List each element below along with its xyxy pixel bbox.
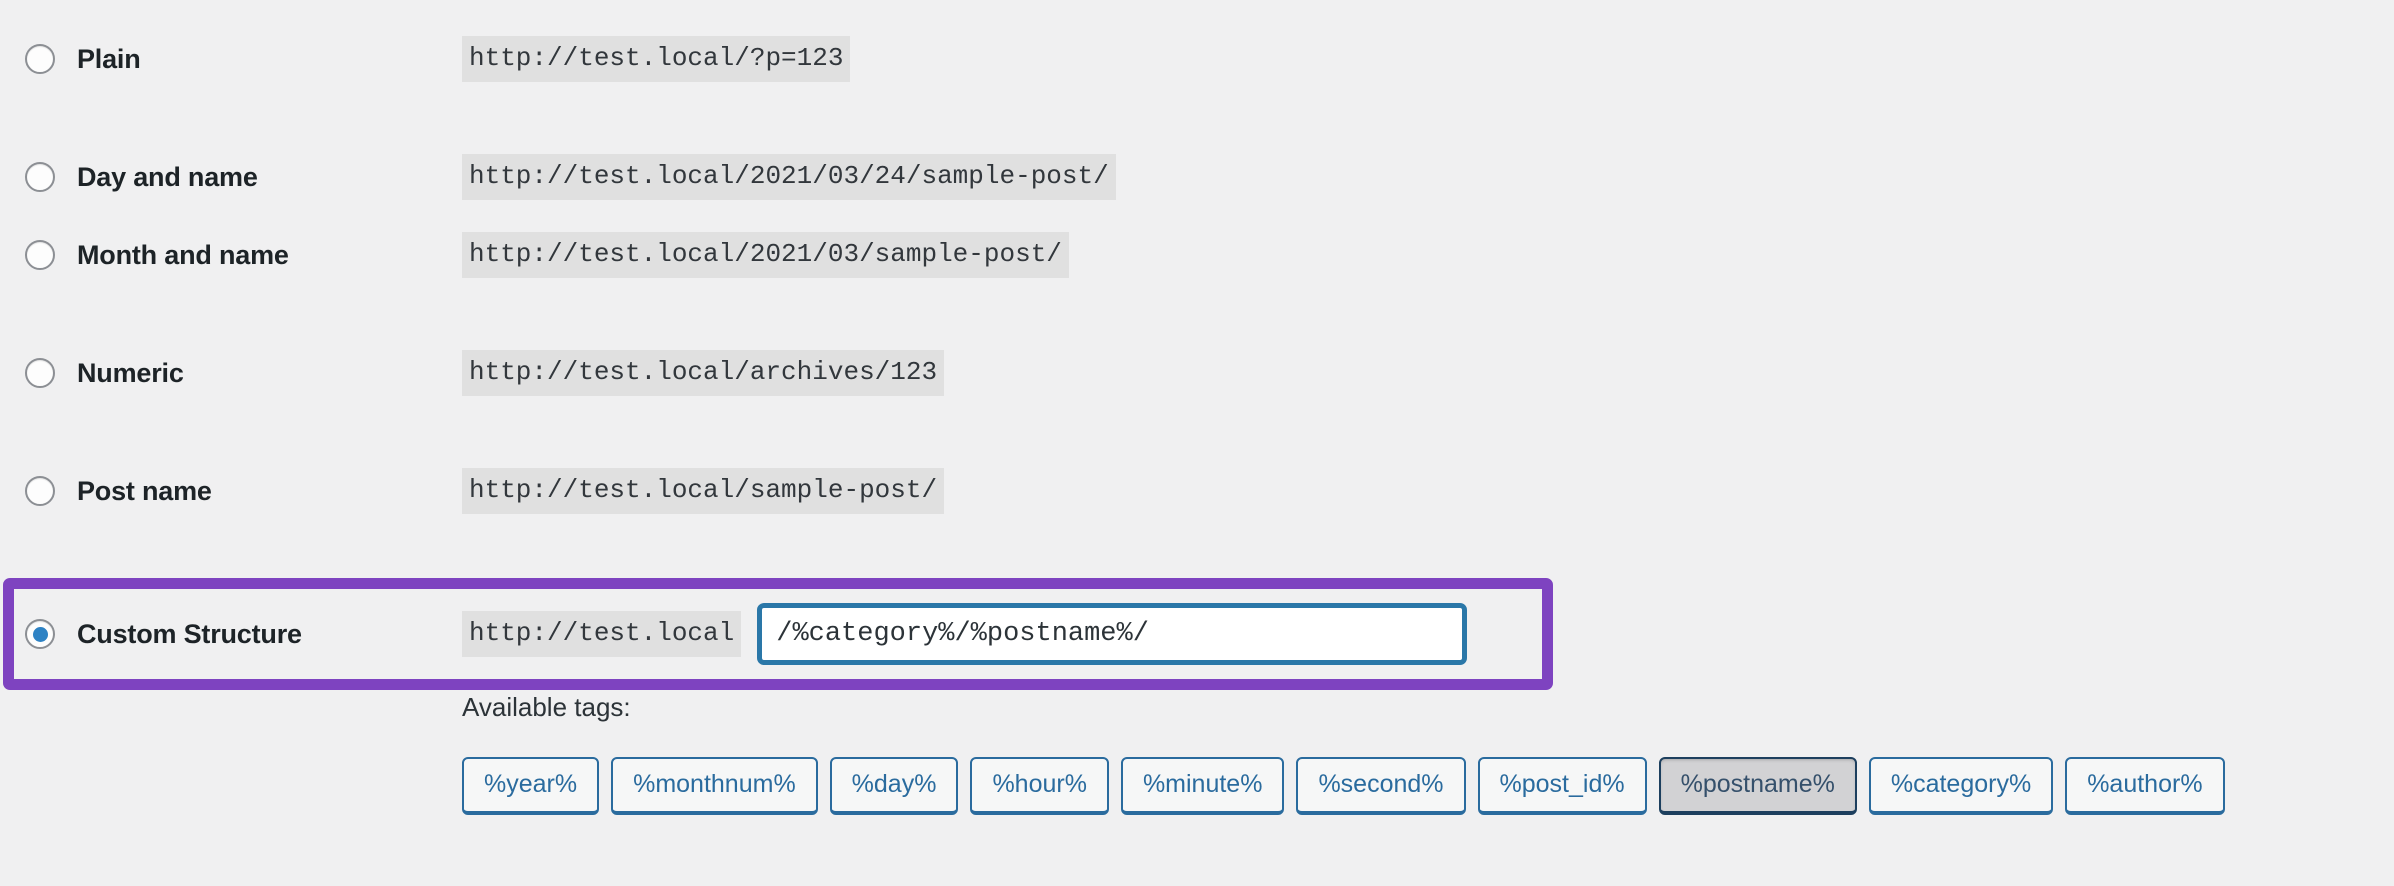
tag-button-category[interactable]: %category%: [1868, 757, 2054, 815]
radio-button-post-name[interactable]: [25, 476, 55, 506]
code-cell-plain: http://test.local/?p=123: [462, 36, 2394, 82]
permalink-example-url: http://test.local/2021/03/sample-post/: [462, 232, 1069, 278]
tag-button-monthnum[interactable]: %monthnum%: [611, 757, 818, 815]
radio-button-day-and-name[interactable]: [25, 162, 55, 192]
radio-button-custom-structure[interactable]: [25, 619, 55, 649]
code-cell-post-name: http://test.local/sample-post/: [462, 468, 2394, 514]
code-cell-custom-structure: http://test.local: [462, 603, 2394, 665]
radio-button-numeric[interactable]: [25, 358, 55, 388]
permalink-example-url: http://test.local/sample-post/: [462, 468, 945, 514]
tag-button-postname[interactable]: %postname%: [1658, 757, 1857, 815]
radio-cell-numeric[interactable]: Numeric: [0, 358, 462, 389]
radio-cell-day-and-name[interactable]: Day and name: [0, 162, 462, 193]
tag-button-day[interactable]: %day%: [829, 757, 959, 815]
radio-cell-month-and-name[interactable]: Month and name: [0, 240, 462, 271]
code-cell-month-and-name: http://test.local/2021/03/sample-post/: [462, 232, 2394, 278]
tag-button-year[interactable]: %year%: [462, 757, 600, 815]
radio-button-plain[interactable]: [25, 44, 55, 74]
custom-structure-input[interactable]: [757, 603, 1468, 665]
permalink-example-url: http://test.local/archives/123: [462, 350, 945, 396]
permalink-option-numeric[interactable]: Numeric http://test.local/archives/123: [0, 314, 2394, 432]
available-tags-label: Available tags:: [462, 692, 631, 722]
permalink-example-url: http://test.local/2021/03/24/sample-post…: [462, 154, 1116, 200]
permalink-example-url: http://test.local/?p=123: [462, 36, 851, 82]
tag-button-second[interactable]: %second%: [1296, 757, 1466, 815]
tag-button-post-id[interactable]: %post_id%: [1477, 757, 1647, 815]
code-cell-day-and-name: http://test.local/2021/03/24/sample-post…: [462, 154, 2394, 200]
tag-button-minute[interactable]: %minute%: [1120, 757, 1285, 815]
radio-cell-plain[interactable]: Plain: [0, 44, 462, 75]
radio-button-month-and-name[interactable]: [25, 240, 55, 270]
custom-structure-label: Custom Structure: [77, 618, 302, 649]
code-cell-numeric: http://test.local/archives/123: [462, 350, 2394, 396]
tag-button-author[interactable]: %author%: [2065, 757, 2225, 815]
permalink-option-post-name[interactable]: Post name http://test.local/sample-post/: [0, 432, 2394, 550]
tag-button-hour[interactable]: %hour%: [970, 757, 1109, 815]
radio-cell-custom-structure[interactable]: Custom Structure: [0, 619, 462, 650]
custom-structure-base-url: http://test.local: [462, 611, 742, 657]
permalink-option-label: Post name: [77, 475, 212, 506]
available-tags-list: %year% %monthnum% %day% %hour% %minute% …: [462, 757, 2225, 815]
permalink-option-label: Numeric: [77, 357, 184, 388]
permalink-option-plain[interactable]: Plain http://test.local/?p=123: [0, 0, 2394, 118]
permalink-option-label: Plain: [77, 43, 141, 74]
permalink-option-month-and-name[interactable]: Month and name http://test.local/2021/03…: [0, 196, 2394, 314]
radio-cell-post-name[interactable]: Post name: [0, 476, 462, 507]
permalink-option-custom-structure[interactable]: Custom Structure http://test.local: [0, 578, 2394, 690]
permalink-option-label: Month and name: [77, 239, 289, 270]
permalink-option-label: Day and name: [77, 161, 258, 192]
